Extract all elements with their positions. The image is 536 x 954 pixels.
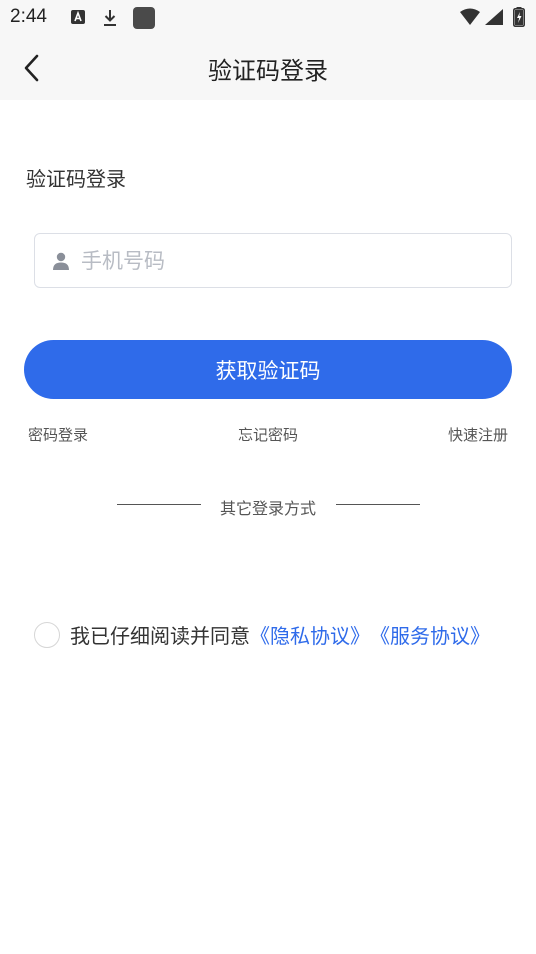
download-icon bbox=[104, 10, 116, 26]
divider-line-right bbox=[336, 504, 420, 505]
phone-field[interactable] bbox=[34, 233, 512, 288]
get-code-button[interactable]: 获取验证码 bbox=[24, 340, 512, 399]
signal-icon bbox=[485, 9, 503, 25]
service-agreement-link[interactable]: 《服务协议》 bbox=[370, 620, 490, 649]
other-login-label: 其它登录方式 bbox=[219, 499, 316, 518]
agree-text: 我已仔细阅读并同意 bbox=[70, 624, 250, 648]
app-icon bbox=[133, 7, 155, 29]
quick-register-link[interactable]: 快速注册 bbox=[448, 424, 508, 445]
status-time: 2:44 bbox=[10, 6, 47, 27]
forgot-password-link-text[interactable]: 忘记密码 bbox=[238, 426, 298, 444]
agree-checkbox[interactable] bbox=[34, 621, 60, 648]
section-title: 验证码登录 bbox=[26, 167, 126, 191]
nav-bar: 验证码登录 bbox=[0, 36, 536, 100]
page-title: 验证码登录 bbox=[208, 57, 328, 85]
agreement-row: 我已仔细阅读并同意 《隐私协议》 《服务协议》 bbox=[34, 620, 490, 649]
status-bar: 2:44 bbox=[0, 0, 536, 36]
user-icon bbox=[53, 252, 69, 270]
privacy-policy-link[interactable]: 《隐私协议》 bbox=[250, 620, 370, 649]
a-notification-icon bbox=[71, 10, 85, 24]
wifi-icon bbox=[460, 8, 480, 25]
phone-input[interactable] bbox=[81, 248, 461, 273]
battery-charging-icon bbox=[513, 7, 525, 27]
